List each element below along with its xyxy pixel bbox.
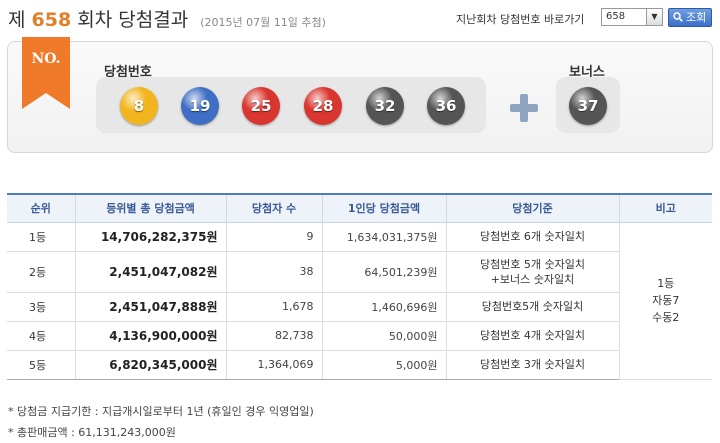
ribbon-badge: NO. [22,37,70,109]
winners-cell: 82,738 [225,321,322,351]
column-header: 1인당 당첨금액 [321,193,446,223]
lotto-ball: 25 [242,87,280,125]
search-icon [673,12,683,22]
table-row: 3등 2,451,047,888원 1,678 1,460,696원 당첨번호5… [7,292,712,322]
table-header-row: 순위 등위별 총 당첨금액 당첨자 수 1인당 당첨금액 당첨기준 비고 [7,193,712,223]
total-sales-note: * 총판매금액 : 61,131,243,000원 [8,426,176,439]
table-row: 4등 4,136,900,000원 82,738 50,000원 당첨번호 4개… [7,321,712,351]
criteria-cell: 당첨번호 6개 숫자일치 [445,222,619,252]
total-prize-cell: 14,706,282,375원 [74,222,226,252]
rank-cell: 4등 [7,321,75,351]
column-header: 순위 [7,193,75,223]
per-winner-cell: 5,000원 [321,350,446,380]
lotto-ball: 8 [120,87,158,125]
criteria-text: 당첨번호 6개 숫자일치 [479,230,586,243]
column-header: 당첨기준 [445,193,619,223]
total-prize-cell: 4,136,900,000원 [74,321,226,351]
lotto-ball: 28 [304,87,342,125]
note-line: 자동7 [652,294,680,307]
column-header: 당첨자 수 [225,193,322,223]
rank-cell: 3등 [7,292,75,322]
footnotes: * 당첨금 지급기한 : 지급개시일로부터 1년 (휴일인 경우 익영업일) *… [8,401,314,443]
page-title: 제 658 회차 당첨결과 (2015년 07월 11일 추첨) [8,5,326,32]
criteria-cell: 당첨번호 3개 숫자일치 [445,350,619,380]
criteria-text: +보너스 숫자일치 [490,272,575,286]
round-select-value: 658 [606,11,626,22]
total-prize-cell: 6,820,345,000원 [74,350,226,380]
winners-cell: 1,678 [225,292,322,322]
bonus-ball: 37 [569,87,607,125]
criteria-text: 당첨번호 5개 숫자일치 [479,257,586,271]
winners-cell: 9 [225,222,322,252]
note-line: 1등 [657,277,675,290]
winners-cell: 38 [225,251,322,293]
note-cell: 1등 자동7 수동2 [618,222,712,380]
ribbon-text: NO. [31,51,60,67]
total-prize-cell: 2,451,047,888원 [74,292,226,322]
per-winner-cell: 64,501,239원 [321,251,446,293]
per-winner-cell: 1,460,696원 [321,292,446,322]
criteria-cell: 당첨번호 5개 숫자일치 +보너스 숫자일치 [445,251,619,293]
winners-cell: 1,364,069 [225,350,322,380]
rank-cell: 1등 [7,222,75,252]
chevron-down-icon[interactable]: ▼ [646,9,662,25]
goto-label: 지난회차 당첨번호 바로가기 [456,13,585,26]
lotto-ball: 19 [181,87,219,125]
rank-cell: 5등 [7,350,75,380]
criteria-cell: 당첨번호5개 숫자일치 [445,292,619,322]
criteria-text: 당첨번호5개 숫자일치 [481,300,584,313]
column-header: 등위별 총 당첨금액 [74,193,226,223]
lotto-ball: 32 [366,87,404,125]
criteria-text: 당첨번호 4개 숫자일치 [479,329,586,342]
table-row: 5등 6,820,345,000원 1,364,069 5,000원 당첨번호 … [7,350,712,380]
plus-icon [510,94,538,122]
round-select[interactable]: 658 ▼ [601,8,663,26]
payout-deadline-note: * 당첨금 지급기한 : 지급개시일로부터 1년 (휴일인 경우 익영업일) [8,405,314,418]
table-row: 1등 14,706,282,375원 9 1,634,031,375원 당첨번호… [7,222,712,380]
column-header: 비고 [618,193,712,223]
draw-date: (2015년 07월 11일 추첨) [200,16,326,29]
note-line: 수동2 [652,311,680,324]
title-suffix: 회차 당첨결과 [77,9,189,31]
criteria-text: 당첨번호 3개 숫자일치 [479,358,586,371]
search-button-label: 조회 [686,11,707,24]
header: 제 658 회차 당첨결과 (2015년 07월 11일 추첨) 지난회차 당첨… [0,0,720,34]
per-winner-cell: 1,634,031,375원 [321,222,446,252]
total-prize-cell: 2,451,047,082원 [74,251,226,293]
per-winner-cell: 50,000원 [321,321,446,351]
search-button[interactable]: 조회 [668,8,712,27]
title-prefix: 제 [8,9,26,31]
lotto-ball: 36 [427,87,465,125]
rank-cell: 2등 [7,251,75,293]
table-row: 2등 2,451,047,082원 38 64,501,239원 당첨번호 5개… [7,251,712,293]
round-number: 658 [31,9,72,31]
criteria-cell: 당첨번호 4개 숫자일치 [445,321,619,351]
prize-table: 순위 등위별 총 당첨금액 당첨자 수 1인당 당첨금액 당첨기준 비고 1등 … [7,193,712,380]
